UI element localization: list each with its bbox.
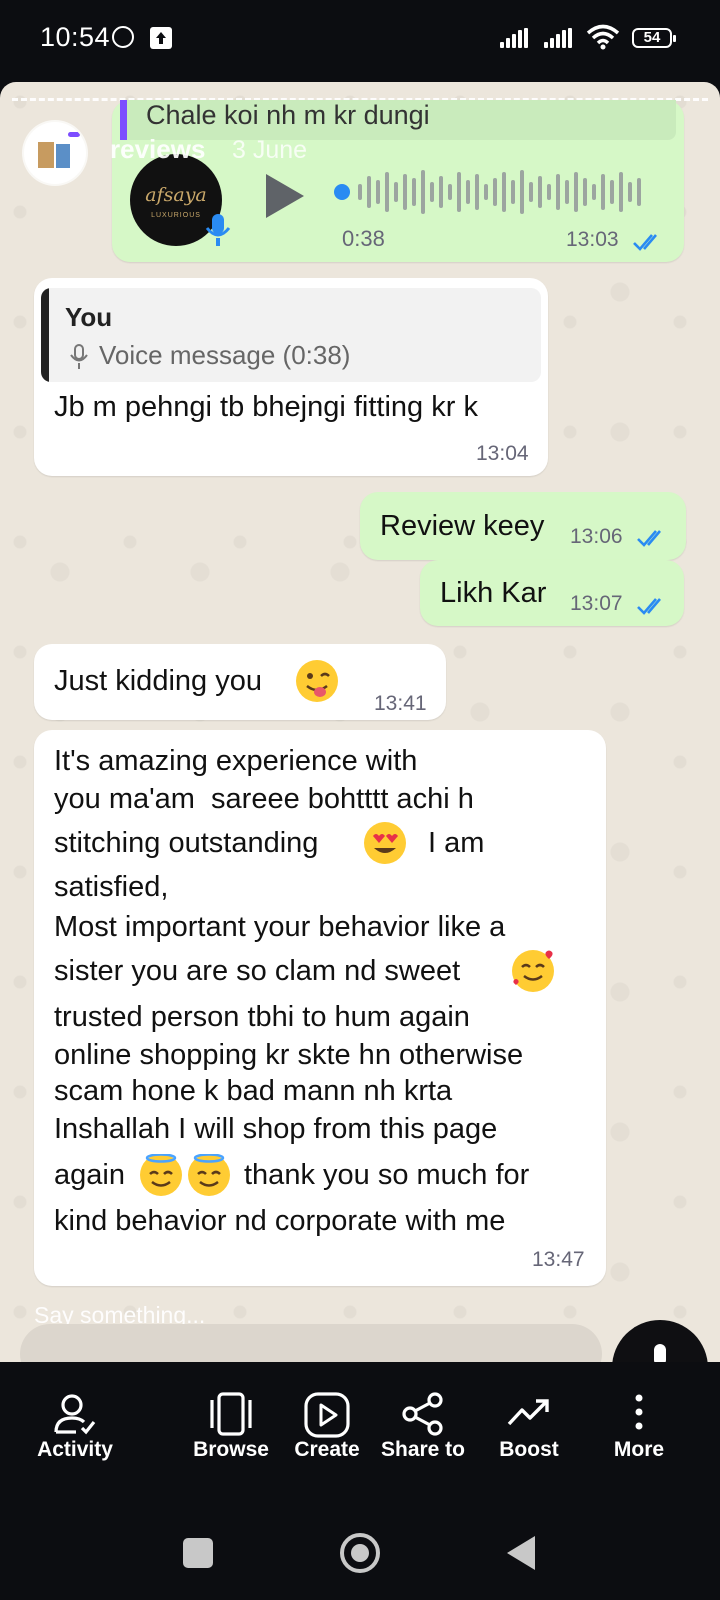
read-receipt-icon [633, 234, 657, 251]
upload-icon [150, 27, 172, 49]
smiling-hearts-emoji-icon [512, 950, 554, 992]
story-date: 3 June [232, 136, 308, 164]
activity-button[interactable]: Activity [20, 1362, 130, 1492]
message-time: 13:04 [476, 442, 529, 465]
review-line: Most important your behavior like a [54, 911, 506, 943]
message-text: Jb m pehngi tb bhejngi fitting kr k [54, 391, 478, 423]
action-label: More [613, 1438, 665, 1461]
boost-button[interactable]: Boost [474, 1362, 584, 1492]
share-icon [402, 1392, 443, 1436]
back-icon[interactable] [507, 1536, 535, 1570]
halo-emoji-icon [140, 1153, 182, 1196]
story-viewer[interactable]: Chale koi nh m kr dungi afsaya LUXURIOUS … [0, 82, 720, 1362]
wifi-icon [586, 24, 620, 50]
winking-tongue-emoji-icon [296, 660, 338, 702]
message-time: 13:06 [570, 525, 623, 548]
story-action-bar: Activity Browse Create Share to Boost Mo… [0, 1362, 720, 1492]
system-nav-bar [0, 1492, 720, 1600]
review-line: I am [428, 827, 485, 859]
signal-icon [544, 28, 572, 48]
activity-icon [54, 1394, 96, 1435]
action-label: Activity [37, 1438, 113, 1461]
review-line: you ma'am sareee bohtttt achi h [54, 783, 474, 815]
message-text: Just kidding you [54, 665, 262, 697]
message-time: 13:41 [374, 692, 427, 715]
action-label: Share to [380, 1438, 466, 1461]
voice-duration: 0:38 [342, 226, 385, 251]
clock: 10:54 [40, 22, 111, 52]
review-line: again [54, 1159, 125, 1191]
create-button[interactable]: Create [272, 1362, 382, 1492]
home-icon[interactable] [340, 1533, 380, 1573]
quote-text: Voice message (0:38) [99, 340, 351, 370]
browse-button[interactable]: Browse [176, 1362, 286, 1492]
review-line: online shopping kr skte hn otherwise [54, 1039, 524, 1071]
review-line: satisfied, [54, 871, 169, 903]
review-line: scam hone k bad mann nh krta [54, 1075, 453, 1107]
action-label: Browse [193, 1438, 269, 1461]
create-icon [304, 1392, 350, 1438]
recents-icon[interactable] [183, 1538, 213, 1568]
review-line: sister you are so clam nd sweet [54, 955, 461, 987]
review-line: kind behavior nd corporate with me [54, 1205, 506, 1237]
play-icon[interactable] [266, 174, 304, 218]
action-label: Create [294, 1438, 360, 1461]
status-bar: 10:54 54 [0, 0, 720, 80]
more-icon [635, 1394, 643, 1430]
mic-icon [205, 214, 231, 246]
boost-icon [507, 1399, 549, 1426]
share-button[interactable]: Share to [368, 1362, 478, 1492]
waveform[interactable] [334, 168, 656, 216]
review-line: It's amazing experience with [54, 745, 418, 777]
halo-emoji-icon [188, 1153, 230, 1196]
mic-icon [70, 344, 88, 369]
message-text: Likh Kar [440, 577, 547, 609]
battery-icon: 54 [632, 28, 676, 48]
heart-eyes-emoji-icon [364, 822, 406, 864]
review-line: stitching outstanding [54, 827, 319, 859]
reply-input[interactable] [20, 1324, 602, 1362]
quoted-text: Chale koi nh m kr dungi [146, 100, 430, 130]
message-time: 13:03 [566, 228, 619, 251]
signal-icon [500, 28, 528, 48]
review-line: trusted person tbhi to hum again [54, 1001, 470, 1033]
quoted-voice-message[interactable]: You Voice message (0:38) [41, 288, 541, 382]
quote-sender: You [65, 302, 113, 332]
message-text: Review keey [380, 510, 545, 542]
message-time: 13:47 [532, 1248, 585, 1271]
message-time: 13:07 [570, 592, 623, 615]
browse-icon [210, 1392, 252, 1436]
read-receipt-icon [637, 530, 661, 547]
more-button[interactable]: More [584, 1362, 694, 1492]
review-line: Inshallah I will shop from this page [54, 1113, 498, 1145]
read-receipt-icon [637, 598, 661, 615]
whatsapp-icon [112, 26, 134, 48]
review-line: thank you so much for [244, 1159, 530, 1191]
action-label: Boost [499, 1438, 559, 1461]
story-avatar[interactable] [24, 122, 86, 184]
story-username[interactable]: reviews [110, 134, 205, 165]
